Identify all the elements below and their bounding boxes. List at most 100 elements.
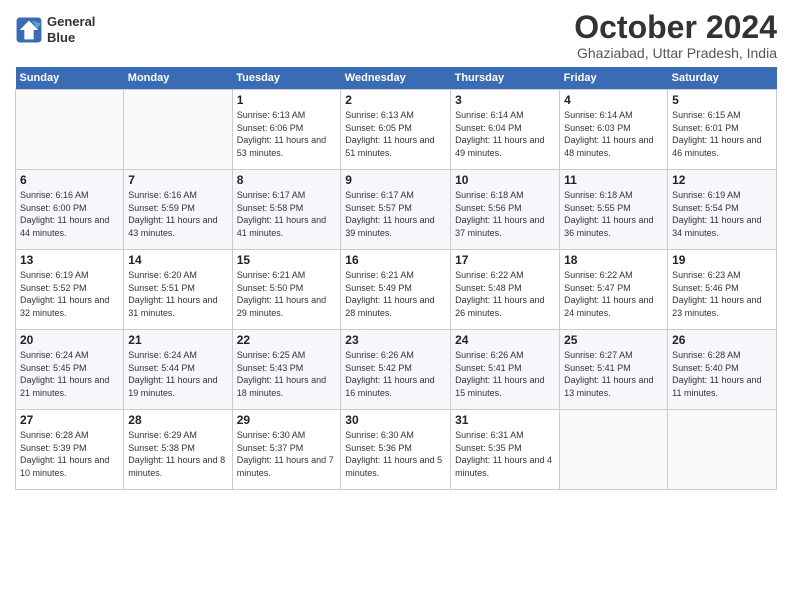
day-cell: 24Sunrise: 6:26 AMSunset: 5:41 PMDayligh… [451,330,560,410]
day-number: 1 [237,93,337,107]
header-monday: Monday [124,67,232,90]
day-number: 30 [345,413,446,427]
week-row-1: 1 Sunrise: 6:13 AMSunset: 6:06 PMDaylight… [16,90,777,170]
day-number: 6 [20,173,119,187]
day-cell: 3Sunrise: 6:14 AMSunset: 6:04 PMDaylight… [451,90,560,170]
day-info: Sunrise: 6:27 AMSunset: 5:41 PMDaylight:… [564,349,663,399]
day-cell: 26 Sunrise: 6:28 AMSunset: 5:40 PMDayligh… [668,330,777,410]
day-info: Sunrise: 6:21 AMSunset: 5:50 PMDaylight:… [237,269,337,319]
day-number: 18 [564,253,663,267]
day-info: Sunrise: 6:14 AMSunset: 6:04 PMDaylight:… [455,109,555,159]
day-number: 11 [564,173,663,187]
day-number: 27 [20,413,119,427]
calendar-container: General Blue October 2024 Ghaziabad, Utt… [0,0,792,612]
logo-icon [15,16,43,44]
day-number: 22 [237,333,337,347]
day-cell: 19 Sunrise: 6:23 AMSunset: 5:46 PMDayligh… [668,250,777,330]
day-info: Sunrise: 6:28 AMSunset: 5:39 PMDaylight:… [20,429,119,479]
day-info: Sunrise: 6:30 AMSunset: 5:36 PMDaylight:… [345,429,446,479]
week-row-5: 27 Sunrise: 6:28 AMSunset: 5:39 PMDayligh… [16,410,777,490]
day-cell: 1 Sunrise: 6:13 AMSunset: 6:06 PMDaylight… [232,90,341,170]
day-number: 26 [672,333,772,347]
day-number: 28 [128,413,227,427]
week-row-3: 13Sunrise: 6:19 AMSunset: 5:52 PMDayligh… [16,250,777,330]
logo-line2: Blue [47,30,95,46]
day-info: Sunrise: 6:26 AMSunset: 5:42 PMDaylight:… [345,349,446,399]
day-info: Sunrise: 6:17 AMSunset: 5:58 PMDaylight:… [237,189,337,239]
location-title: Ghaziabad, Uttar Pradesh, India [574,45,777,61]
day-number: 16 [345,253,446,267]
header-row-days: SundayMondayTuesdayWednesdayThursdayFrid… [16,67,777,90]
day-number: 9 [345,173,446,187]
day-cell: 4Sunrise: 6:14 AMSunset: 6:03 PMDaylight… [560,90,668,170]
day-number: 25 [564,333,663,347]
day-cell: 20 Sunrise: 6:24 AMSunset: 5:45 PMDayligh… [16,330,124,410]
day-info: Sunrise: 6:22 AMSunset: 5:48 PMDaylight:… [455,269,555,319]
day-cell [16,90,124,170]
day-cell [668,410,777,490]
week-row-2: 6 Sunrise: 6:16 AMSunset: 6:00 PMDaylight… [16,170,777,250]
day-cell: 2 Sunrise: 6:13 AMSunset: 6:05 PMDaylight… [341,90,451,170]
day-number: 4 [564,93,663,107]
day-number: 12 [672,173,772,187]
logo: General Blue [15,14,95,45]
logo-text: General Blue [47,14,95,45]
day-info: Sunrise: 6:16 AMSunset: 5:59 PMDaylight:… [128,189,227,239]
day-info: Sunrise: 6:20 AMSunset: 5:51 PMDaylight:… [128,269,227,319]
day-number: 31 [455,413,555,427]
day-number: 5 [672,93,772,107]
day-cell: 6 Sunrise: 6:16 AMSunset: 6:00 PMDaylight… [16,170,124,250]
header-thursday: Thursday [451,67,560,90]
day-info: Sunrise: 6:24 AMSunset: 5:44 PMDaylight:… [128,349,227,399]
day-info: Sunrise: 6:23 AMSunset: 5:46 PMDaylight:… [672,269,772,319]
day-cell: 11 Sunrise: 6:18 AMSunset: 5:55 PMDayligh… [560,170,668,250]
day-cell: 13Sunrise: 6:19 AMSunset: 5:52 PMDayligh… [16,250,124,330]
day-info: Sunrise: 6:21 AMSunset: 5:49 PMDaylight:… [345,269,446,319]
day-info: Sunrise: 6:13 AMSunset: 6:06 PMDaylight:… [237,109,337,159]
day-info: Sunrise: 6:18 AMSunset: 5:56 PMDaylight:… [455,189,555,239]
day-number: 2 [345,93,446,107]
day-cell: 27 Sunrise: 6:28 AMSunset: 5:39 PMDayligh… [16,410,124,490]
day-cell: 18 Sunrise: 6:22 AMSunset: 5:47 PMDayligh… [560,250,668,330]
day-info: Sunrise: 6:24 AMSunset: 5:45 PMDaylight:… [20,349,119,399]
day-info: Sunrise: 6:28 AMSunset: 5:40 PMDaylight:… [672,349,772,399]
day-cell: 31 Sunrise: 6:31 AMSunset: 5:35 PMDayligh… [451,410,560,490]
day-info: Sunrise: 6:30 AMSunset: 5:37 PMDaylight:… [237,429,337,479]
day-cell: 25 Sunrise: 6:27 AMSunset: 5:41 PMDayligh… [560,330,668,410]
day-info: Sunrise: 6:13 AMSunset: 6:05 PMDaylight:… [345,109,446,159]
day-number: 23 [345,333,446,347]
day-info: Sunrise: 6:19 AMSunset: 5:52 PMDaylight:… [20,269,119,319]
day-cell [560,410,668,490]
day-cell: 30 Sunrise: 6:30 AMSunset: 5:36 PMDayligh… [341,410,451,490]
day-info: Sunrise: 6:31 AMSunset: 5:35 PMDaylight:… [455,429,555,479]
header-row: General Blue October 2024 Ghaziabad, Utt… [15,10,777,61]
day-info: Sunrise: 6:25 AMSunset: 5:43 PMDaylight:… [237,349,337,399]
day-number: 8 [237,173,337,187]
day-info: Sunrise: 6:16 AMSunset: 6:00 PMDaylight:… [20,189,119,239]
day-info: Sunrise: 6:19 AMSunset: 5:54 PMDaylight:… [672,189,772,239]
day-cell [124,90,232,170]
day-cell: 8 Sunrise: 6:17 AMSunset: 5:58 PMDaylight… [232,170,341,250]
day-info: Sunrise: 6:18 AMSunset: 5:55 PMDaylight:… [564,189,663,239]
day-number: 24 [455,333,555,347]
day-cell: 22 Sunrise: 6:25 AMSunset: 5:43 PMDayligh… [232,330,341,410]
header-tuesday: Tuesday [232,67,341,90]
header-sunday: Sunday [16,67,124,90]
month-title: October 2024 [574,10,777,45]
day-number: 29 [237,413,337,427]
day-cell: 7Sunrise: 6:16 AMSunset: 5:59 PMDaylight… [124,170,232,250]
day-info: Sunrise: 6:22 AMSunset: 5:47 PMDaylight:… [564,269,663,319]
day-cell: 15 Sunrise: 6:21 AMSunset: 5:50 PMDayligh… [232,250,341,330]
day-cell: 16 Sunrise: 6:21 AMSunset: 5:49 PMDayligh… [341,250,451,330]
logo-line1: General [47,14,95,30]
title-block: October 2024 Ghaziabad, Uttar Pradesh, I… [574,10,777,61]
day-cell: 14 Sunrise: 6:20 AMSunset: 5:51 PMDayligh… [124,250,232,330]
day-cell: 9 Sunrise: 6:17 AMSunset: 5:57 PMDaylight… [341,170,451,250]
day-number: 20 [20,333,119,347]
day-cell: 17Sunrise: 6:22 AMSunset: 5:48 PMDayligh… [451,250,560,330]
day-number: 19 [672,253,772,267]
day-cell: 23 Sunrise: 6:26 AMSunset: 5:42 PMDayligh… [341,330,451,410]
day-number: 15 [237,253,337,267]
day-info: Sunrise: 6:17 AMSunset: 5:57 PMDaylight:… [345,189,446,239]
day-number: 14 [128,253,227,267]
